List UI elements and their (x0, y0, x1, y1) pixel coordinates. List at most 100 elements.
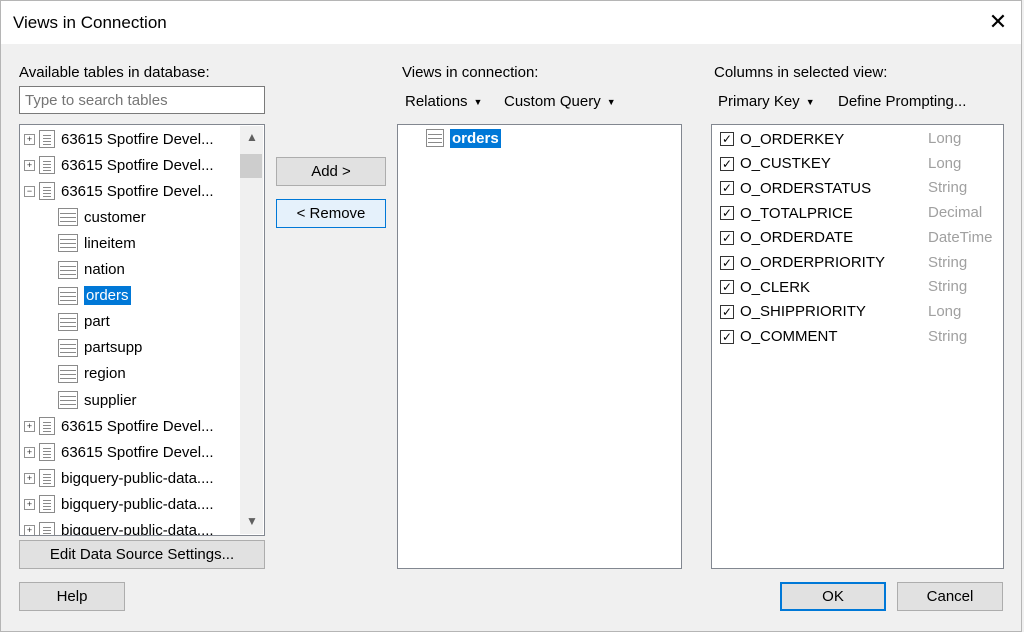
column-row[interactable]: ✓ O_CLERK (720, 275, 810, 299)
column-row[interactable]: ✓ O_ORDERKEY (720, 127, 844, 151)
table-icon (58, 364, 78, 383)
column-type: Long (928, 154, 962, 172)
tree-item-label: 63615 Spotfire Devel... (61, 130, 214, 148)
tree-item-table[interactable]: part (58, 309, 110, 335)
column-row[interactable]: ✓ O_ORDERPRIORITY (720, 251, 885, 275)
tree-item-table[interactable]: partsupp (58, 335, 142, 361)
expand-icon[interactable]: + (24, 472, 35, 484)
column-row[interactable]: ✓ O_ORDERDATE (720, 226, 853, 250)
column-checkbox[interactable]: ✓ (720, 255, 734, 270)
scroll-down-icon[interactable]: ▼ (246, 514, 258, 528)
column-name: O_SHIPPRIORITY (740, 303, 866, 321)
expand-icon[interactable]: + (24, 159, 35, 171)
column-checkbox[interactable]: ✓ (720, 181, 734, 196)
tree-item-database[interactable]: − 63615 Spotfire Devel... (24, 178, 214, 204)
caret-down-icon: ▼ (805, 96, 815, 107)
define-prompting-link[interactable]: Define Prompting... (838, 93, 966, 110)
caret-down-icon: ▼ (606, 96, 616, 107)
database-icon (39, 417, 55, 436)
relations-menu[interactable]: Relations ▼ (405, 93, 482, 110)
column-row[interactable]: ✓ O_COMMENT (720, 325, 838, 349)
tree-item-database[interactable]: +63615 Spotfire Devel... (24, 413, 214, 439)
table-icon (58, 312, 78, 331)
column-name: O_COMMENT (740, 328, 838, 346)
window-title: Views in Connection (13, 13, 167, 32)
table-icon (58, 338, 78, 357)
primary-key-menu[interactable]: Primary Key ▼ (718, 93, 815, 110)
tree-item-database[interactable]: +63615 Spotfire Devel... (24, 439, 214, 465)
column-name: O_ORDERPRIORITY (740, 254, 886, 271)
tree-item-table[interactable]: orders (58, 283, 131, 309)
tree-item-label: bigquery-public-data.... (61, 522, 214, 536)
tree-item-label: orders (84, 286, 131, 306)
column-row[interactable]: ✓ O_TOTALPRICE (720, 201, 853, 225)
table-icon (58, 208, 78, 227)
tree-item-label: part (84, 313, 110, 331)
column-checkbox[interactable]: ✓ (720, 156, 734, 171)
database-icon (39, 495, 55, 514)
search-tables-input[interactable] (19, 86, 265, 114)
column-checkbox[interactable]: ✓ (720, 206, 734, 221)
column-row[interactable]: ✓ O_ORDERSTATUS (720, 176, 871, 200)
views-in-connection-label: Views in connection: (402, 64, 539, 81)
column-name: O_TOTALPRICE (740, 204, 853, 222)
expand-icon[interactable]: + (24, 446, 35, 458)
column-checkbox[interactable]: ✓ (720, 230, 734, 245)
column-type: DateTime (928, 228, 993, 246)
cancel-button[interactable]: Cancel (897, 582, 1003, 611)
table-icon (58, 286, 78, 305)
table-icon (426, 129, 444, 147)
tree-item-table[interactable]: region (58, 361, 126, 387)
database-icon (39, 469, 55, 488)
expand-icon[interactable]: + (24, 420, 35, 432)
column-checkbox[interactable]: ✓ (720, 132, 734, 146)
tree-item-table[interactable]: supplier (58, 387, 137, 413)
column-type: Long (928, 130, 962, 147)
expand-icon[interactable]: + (24, 498, 35, 510)
custom-query-menu[interactable]: Custom Query ▼ (504, 93, 616, 110)
column-row[interactable]: ✓ O_SHIPPRIORITY (720, 300, 866, 324)
relations-label: Relations (405, 93, 468, 110)
expand-icon[interactable]: + (24, 525, 35, 535)
tree-item-database[interactable]: + bigquery-public-data.... (24, 518, 214, 536)
tree-scrollbar[interactable]: ▲ ▼ (240, 126, 263, 534)
table-icon (58, 260, 78, 279)
tree-item-database[interactable]: + bigquery-public-data.... (24, 465, 214, 491)
primary-key-label: Primary Key (718, 93, 800, 110)
ok-button[interactable]: OK (780, 582, 886, 611)
tree-item-database[interactable]: +63615 Spotfire Devel... (24, 126, 214, 152)
scroll-up-icon[interactable]: ▲ (246, 130, 258, 144)
tree-item-label: partsupp (84, 339, 143, 357)
scroll-thumb[interactable] (240, 154, 262, 178)
help-button[interactable]: Help (19, 582, 125, 611)
tree-item-label: bigquery-public-data.... (61, 495, 214, 513)
tree-item-table[interactable]: lineitem (58, 230, 136, 256)
column-type: String (928, 253, 968, 271)
add-button[interactable]: Add > (276, 157, 386, 186)
database-icon (39, 521, 55, 535)
remove-button[interactable]: < Remove (276, 199, 386, 228)
tree-item-table[interactable]: nation (58, 257, 125, 283)
tree-item-label: 63615 Spotfire Devel... (61, 182, 214, 200)
column-row[interactable]: ✓ O_CUSTKEY (720, 152, 831, 176)
column-checkbox[interactable]: ✓ (720, 304, 734, 319)
close-icon[interactable]: ✕ (982, 6, 1014, 38)
table-icon (58, 391, 78, 409)
tree-item-label: region (84, 365, 126, 383)
tree-item-table[interactable]: customer (58, 204, 146, 230)
tree-item-label: nation (84, 261, 125, 278)
view-item-orders[interactable]: orders (426, 125, 501, 151)
tables-tree[interactable]: +63615 Spotfire Devel... +63615 Spotfire … (19, 124, 265, 536)
tree-item-database[interactable]: + bigquery-public-data.... (24, 491, 214, 517)
views-list[interactable]: orders (397, 124, 682, 569)
tree-item-database[interactable]: +63615 Spotfire Devel... (24, 152, 214, 178)
column-type: String (928, 278, 968, 296)
expand-icon[interactable]: + (24, 133, 35, 145)
tree-item-label: bigquery-public-data.... (61, 469, 214, 487)
column-name: O_ORDERSTATUS (740, 179, 872, 197)
column-checkbox[interactable]: ✓ (720, 329, 734, 344)
table-icon (58, 234, 78, 253)
edit-data-source-settings-button[interactable]: Edit Data Source Settings... (19, 540, 265, 569)
column-checkbox[interactable]: ✓ (720, 280, 734, 295)
collapse-icon[interactable]: − (24, 185, 35, 197)
